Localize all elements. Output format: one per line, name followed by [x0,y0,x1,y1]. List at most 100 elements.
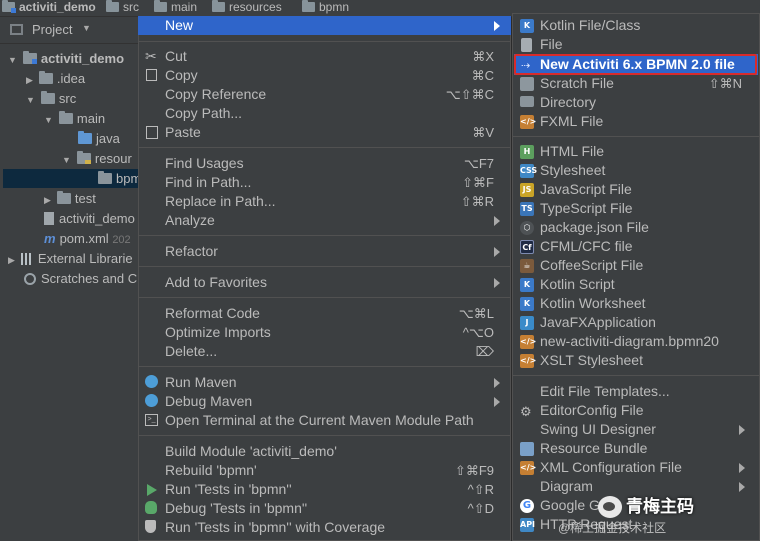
menu-item-directory[interactable]: Directory [540,93,596,112]
menu-divider [139,147,510,148]
menu-item-debug-maven[interactable]: Debug Maven [165,392,252,411]
collapse-triangle-icon[interactable]: ▶ [44,195,51,205]
menu-item-analyze[interactable]: Analyze [165,211,215,230]
directory-icon [520,96,534,107]
menu-item-editorconfig-file[interactable]: EditorConfig File [540,401,644,420]
menu-item-cfml-file[interactable]: CFML/CFC file [540,237,633,256]
chevron-down-icon[interactable]: ▼ [82,23,91,33]
tree-item-scratches[interactable]: Scratches and C [24,269,137,288]
shortcut-cut: ⌘X [472,49,494,64]
menu-item-stylesheet[interactable]: Stylesheet [540,161,605,180]
run-icon [147,484,157,496]
debug-icon [145,501,157,514]
folder-icon [98,171,112,184]
menu-item-debug-tests[interactable]: Debug 'Tests in 'bpmn'' [165,499,307,518]
menu-item-kotlin-worksheet[interactable]: Kotlin Worksheet [540,294,646,313]
file-icon [44,212,54,225]
shortcut-debug-tests: ^⇧D [467,501,494,516]
menu-item-javafx-application[interactable]: JavaFXApplication [540,313,656,332]
tree-item-label: src [58,91,77,106]
project-panel-header: Project ▼ [0,17,140,44]
menu-item-package-json[interactable]: package.json File [540,218,649,237]
expand-triangle-icon[interactable]: ▼ [8,55,17,65]
tree-item-resources[interactable]: ▼ resour [62,149,132,168]
menu-item-add-to-favorites[interactable]: Add to Favorites [165,273,267,292]
shortcut-optimize-imports: ^⌥O [462,325,494,340]
project-view-dropdown[interactable]: Project [32,22,72,37]
tree-item-pom-xml[interactable]: m pom.xml 202 [44,229,131,248]
tree-item-java[interactable]: java [78,129,120,148]
xslt-file-icon: </> [520,354,536,368]
submenu-arrow-icon [494,278,500,288]
menu-item-find-usages[interactable]: Find Usages [165,154,244,173]
menu-item-kotlin-file[interactable]: Kotlin File/Class [540,16,640,35]
tree-item-idea[interactable]: ▶ .idea [26,69,85,88]
menu-item-xslt-stylesheet[interactable]: XSLT Stylesheet [540,351,643,370]
menu-item-xml-configuration-file[interactable]: XML Configuration File [540,458,682,477]
menu-item-typescript-file[interactable]: TypeScript File [540,199,633,218]
http-request-icon: API [520,518,535,532]
menu-item-resource-bundle[interactable]: Resource Bundle [540,439,647,458]
menu-item-coffeescript-file[interactable]: CoffeeScript File [540,256,643,275]
menu-divider [139,41,510,42]
menu-item-delete[interactable]: Delete... [165,342,217,361]
tree-item-main[interactable]: ▼ main [44,109,105,128]
breadcrumb-item[interactable]: activiti_demo [2,0,96,16]
libraries-icon [20,253,33,265]
npm-package-icon: ⬡ [520,221,534,235]
watermark-text: 青梅主码 [626,497,694,516]
menu-item-replace-in-path[interactable]: Replace in Path... [165,192,276,211]
tree-item-bpmn[interactable]: bpm [98,169,141,188]
menu-item-copy[interactable]: Copy [165,66,198,85]
menu-item-rebuild[interactable]: Rebuild 'bpmn' [165,461,257,480]
menu-item-run-coverage[interactable]: Run 'Tests in 'bpmn'' with Coverage [165,518,385,537]
tree-item-activiti-demo[interactable]: ▼ activiti_demo [8,49,124,68]
menu-item-paste[interactable]: Paste [165,123,201,142]
coffeescript-file-icon: ☕ [520,259,534,273]
menu-item-file[interactable]: File [540,35,563,54]
menu-item-new[interactable]: New [165,16,193,35]
menu-item-copy-path[interactable]: Copy Path... [165,104,242,123]
menu-divider [139,297,510,298]
menu-item-kotlin-script[interactable]: Kotlin Script [540,275,615,294]
menu-item-scratch-file[interactable]: Scratch File [540,74,614,93]
tree-item-label: pom.xml [59,231,109,246]
expand-triangle-icon[interactable]: ▼ [26,95,35,105]
breadcrumb-item[interactable]: src [106,0,139,16]
tree-item-test[interactable]: ▶ test [44,189,96,208]
menu-item-run-tests[interactable]: Run 'Tests in 'bpmn'' [165,480,292,499]
tree-item-label: main [76,111,106,126]
menu-item-javascript-file[interactable]: JavaScript File [540,180,632,199]
menu-item-edit-file-templates[interactable]: Edit File Templates... [540,382,670,401]
expand-triangle-icon[interactable]: ▼ [62,155,71,165]
collapse-triangle-icon[interactable]: ▶ [8,255,15,265]
breadcrumb-label: bpmn [319,0,350,14]
menu-item-build-module[interactable]: Build Module 'activiti_demo' [165,442,337,461]
menu-item-fxml-file[interactable]: FXML File [540,112,603,131]
menu-item-run-maven[interactable]: Run Maven [165,373,237,392]
menu-item-new-activiti-diagram[interactable]: new-activiti-diagram.bpmn20 [540,332,719,351]
collapse-triangle-icon[interactable]: ▶ [26,75,33,85]
breadcrumb-item[interactable]: resources [212,0,282,16]
menu-item-swing-ui-designer[interactable]: Swing UI Designer [540,420,656,439]
menu-item-new-activiti-bpmn[interactable]: New Activiti 6.x BPMN 2.0 file [540,55,735,74]
maven-icon: m [44,231,56,246]
menu-item-open-terminal[interactable]: Open Terminal at the Current Maven Modul… [165,411,474,430]
folder-icon [58,111,73,124]
menu-item-find-in-path[interactable]: Find in Path... [165,173,251,192]
expand-triangle-icon[interactable]: ▼ [44,115,53,125]
menu-item-cut[interactable]: Cut [165,47,187,66]
menu-divider [139,235,510,236]
tree-item-external-libraries[interactable]: ▶ External Librarie [8,249,133,268]
menu-item-optimize-imports[interactable]: Optimize Imports [165,323,271,342]
menu-item-diagram[interactable]: Diagram [540,477,593,496]
menu-item-html-file[interactable]: HTML File [540,142,604,161]
menu-item-copy-reference[interactable]: Copy Reference [165,85,266,104]
menu-item-refactor[interactable]: Refactor [165,242,218,261]
breadcrumb-item[interactable]: bpmn [302,0,349,16]
tree-item-iml-file[interactable]: activiti_demo [44,209,135,228]
scissors-icon: ✂ [145,48,157,64]
breadcrumb-item[interactable]: main [154,0,197,16]
menu-item-reformat-code[interactable]: Reformat Code [165,304,260,323]
tree-item-src[interactable]: ▼ src [26,89,76,108]
